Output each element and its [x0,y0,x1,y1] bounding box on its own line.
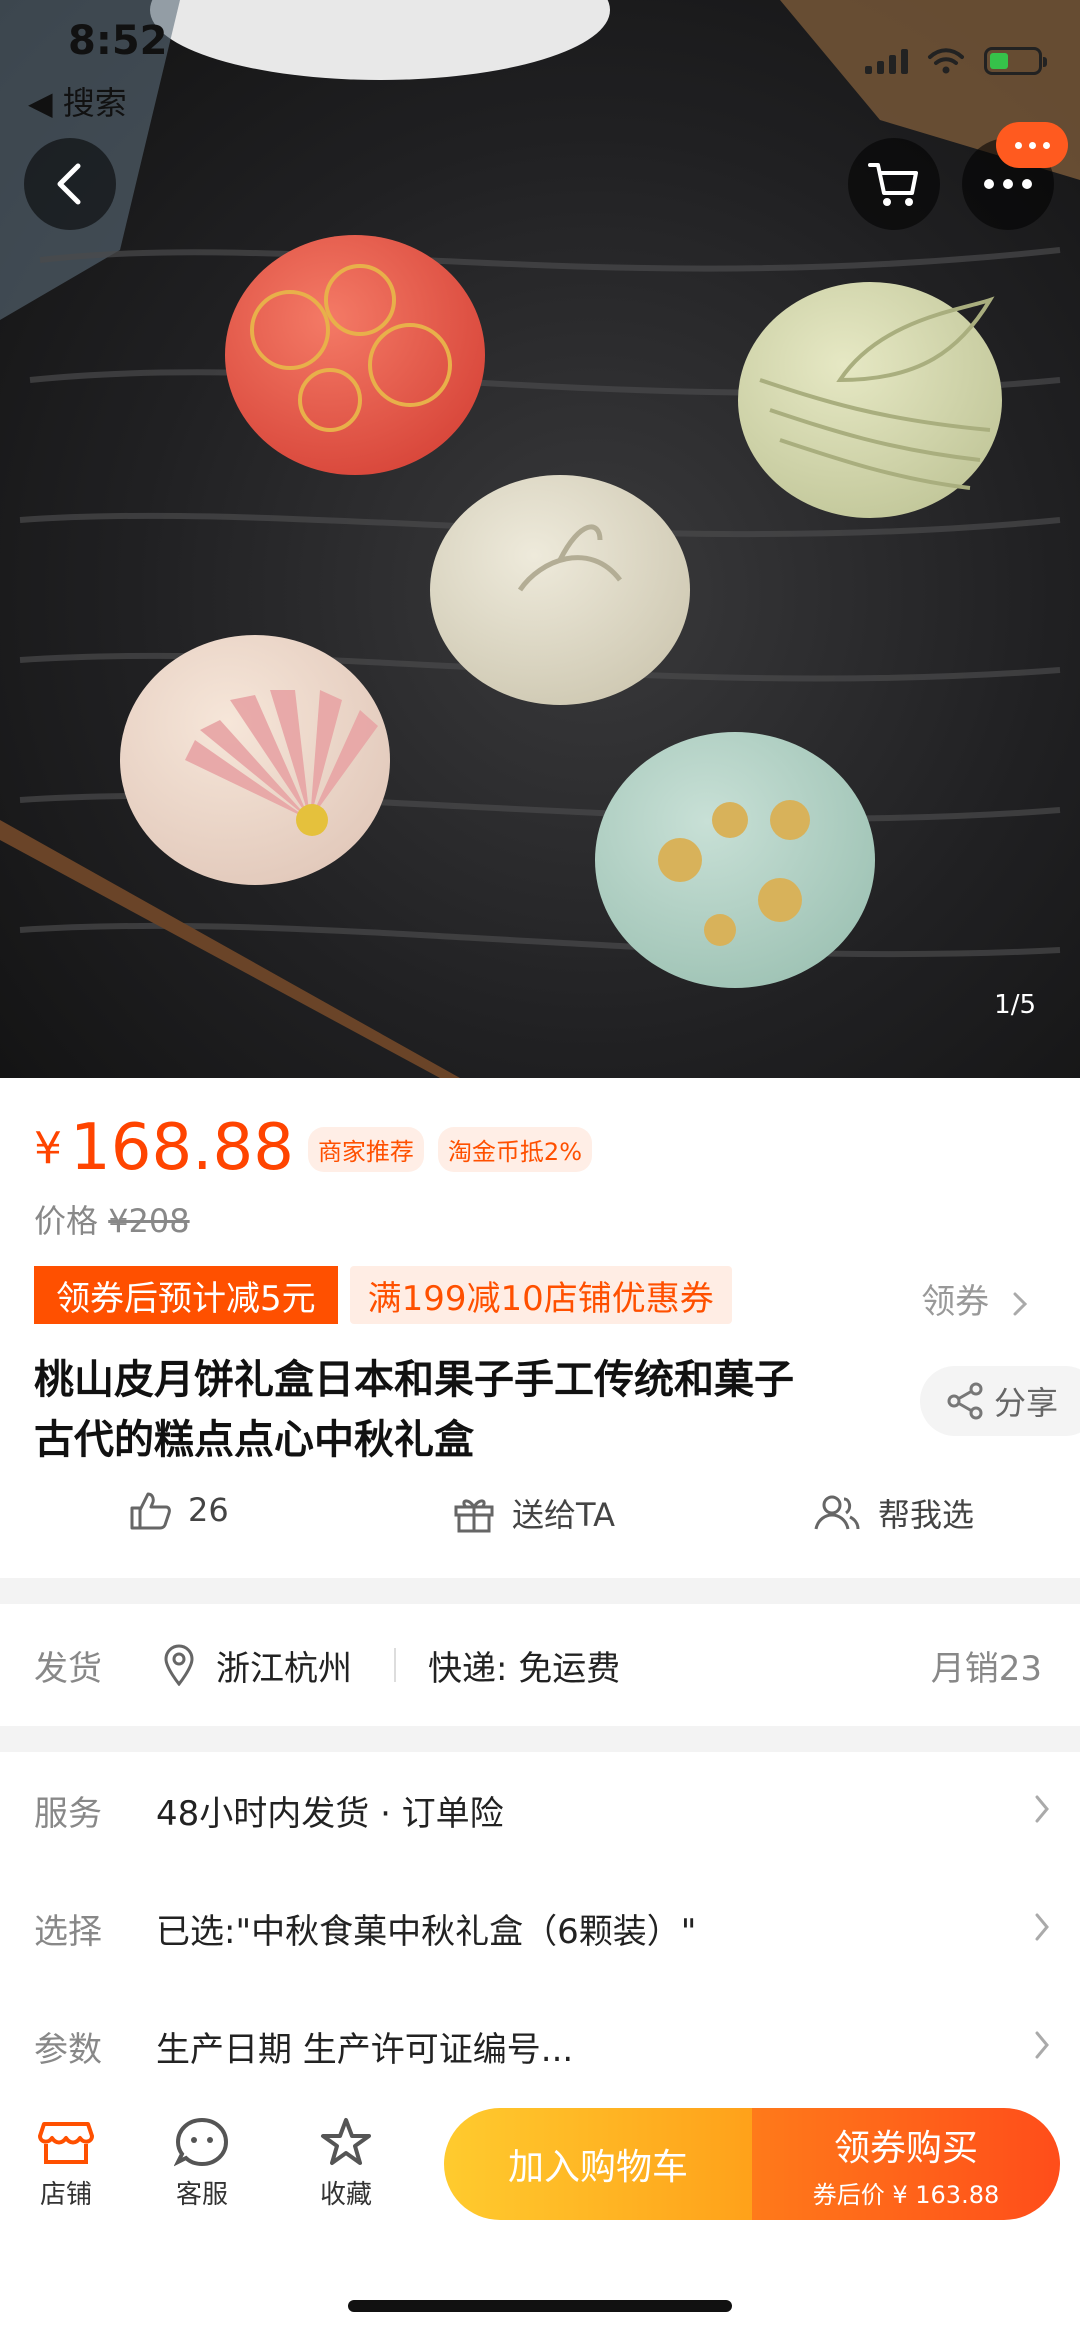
back-to-search-link[interactable]: ◀ 搜索 [28,78,127,124]
signal-icon [865,48,908,74]
coupon-buy-label: 领券购买 [833,2127,978,2169]
product-title-line-1: 桃山皮月饼礼盒日本和果子手工传统和菓子 [34,1357,794,1403]
price-currency: ¥ [34,1123,62,1174]
chevron-right-icon [1035,1795,1049,1823]
shipping-label: 发货 [34,1648,102,1689]
price-value: 168.88 [70,1111,294,1185]
shipping-express: 快递: 免运费 [428,1648,621,1689]
gift-button[interactable]: 送给TA [452,1490,615,1536]
original-price-label: 价格 [34,1202,99,1240]
tag-taojinbi: 淘金币抵2% [437,1127,593,1172]
get-coupon-link[interactable]: 领券 [921,1274,1030,1323]
coupon-buy-price: 券后价 ¥ 163.88 [812,2180,1000,2209]
service-value: 48小时内发货 · 订单险 [156,1793,504,1834]
status-icons [865,46,1047,76]
params-value: 生产日期 生产许可证编号... [156,2029,574,2070]
store-coupon-badge: 满199减10店铺优惠券 [349,1266,732,1324]
product-title-line-2: 古代的糕点点心中秋礼盒 [34,1417,474,1463]
tag-merchant-recommend: 商家推荐 [307,1127,424,1172]
shop-icon [38,2122,94,2164]
customer-service-tab[interactable]: 客服 [152,2116,252,2211]
message-badge[interactable] [996,122,1068,168]
coupon-row[interactable]: 领券后预计减5元 满199减10店铺优惠券 领券 [34,1266,1054,1324]
location-icon [164,1644,194,1686]
product-actions: 26 送给TA 帮我选 [0,1490,1080,1550]
gift-label: 送给TA [512,1496,615,1534]
shipping-row: 发货 浙江杭州 快递: 免运费 月销23 [0,1610,1080,1720]
like-count: 26 [188,1491,229,1529]
help-choose-button[interactable]: 帮我选 [812,1490,974,1536]
shop-tab[interactable]: 店铺 [16,2116,116,2211]
chevron-right-icon [1035,2031,1049,2059]
gallery-page-indicator: 1/5 [994,990,1036,1020]
cart-button[interactable] [848,138,940,230]
params-label: 参数 [34,2029,102,2070]
section-divider [0,1726,1080,1752]
chevron-right-icon [1013,1292,1028,1315]
chat-smile-icon [174,2117,229,2167]
coupon-estimate-badge: 领券后预计减5元 [34,1266,338,1324]
product-image-gallery[interactable]: 8:52 ◀ 搜索 1/5 [0,0,1080,1078]
gift-icon [454,1499,494,1533]
shop-label: 店铺 [39,2180,92,2210]
divider [394,1648,396,1682]
chevron-right-icon [1035,1913,1049,1941]
bottom-action-bar: 店铺 客服 收藏 加入购物车 领券购买 券后价 ¥ 163.88 [0,2100,1080,2240]
original-price-value: ¥208 [108,1202,190,1240]
share-button[interactable]: 分享 [920,1366,1080,1436]
star-icon [321,2118,371,2165]
like-button[interactable]: 26 [128,1490,229,1530]
coupon-buy-button[interactable]: 领券购买 券后价 ¥ 163.88 [752,2108,1060,2220]
wifi-icon [928,48,964,74]
selection-row[interactable]: 选择 已选:"中秋食菓中秋礼盒（6颗装）" [0,1888,1080,1968]
customer-service-label: 客服 [175,2180,228,2210]
selection-value: 已选:"中秋食菓中秋礼盒（6颗装）" [156,1911,697,1952]
params-row[interactable]: 参数 生产日期 生产许可证编号... [0,2006,1080,2086]
people-icon [814,1495,860,1530]
price-row: ¥ 168.88 商家推荐 淘金币抵2% [34,1111,593,1185]
service-label: 服务 [34,1793,102,1834]
share-label: 分享 [994,1384,1059,1422]
shipping-location: 浙江杭州 [216,1648,352,1689]
cart-icon [868,163,918,206]
section-divider [0,1578,1080,1604]
service-row[interactable]: 服务 48小时内发货 · 订单险 [0,1770,1080,1850]
home-indicator [348,2300,732,2312]
selection-label: 选择 [34,1911,102,1952]
back-button[interactable] [24,138,116,230]
chevron-left-icon [57,163,81,205]
original-price: 价格 ¥208 [34,1196,190,1242]
thumbs-up-icon [130,1492,171,1530]
get-coupon-label: 领券 [921,1282,990,1322]
favorite-tab[interactable]: 收藏 [296,2116,396,2211]
add-to-cart-button[interactable]: 加入购物车 [444,2108,752,2220]
battery-icon [984,47,1047,75]
more-dots-icon [984,179,1032,189]
help-choose-label: 帮我选 [878,1496,975,1534]
product-title: 桃山皮月饼礼盒日本和果子手工传统和菓子 古代的糕点点心中秋礼盒 [34,1350,894,1470]
status-time: 8:52 [68,18,168,64]
favorite-label: 收藏 [319,2180,372,2210]
monthly-sales: 月销23 [930,1648,1042,1689]
share-icon [947,1382,983,1420]
